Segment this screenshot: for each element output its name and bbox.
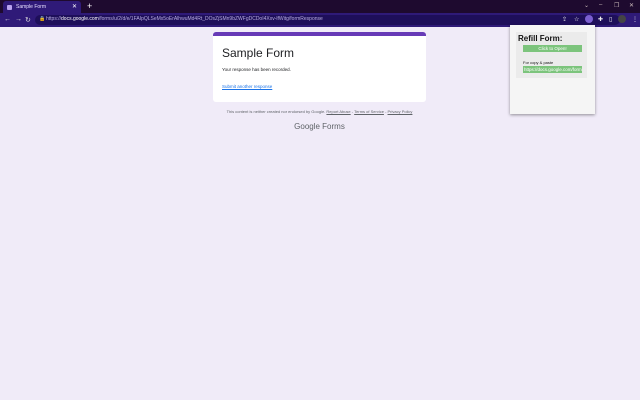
bookmark-star-icon[interactable]: ☆: [574, 16, 579, 23]
url-domain: docs.google.com: [61, 16, 99, 22]
back-icon[interactable]: ←: [4, 16, 11, 23]
terms-link[interactable]: Terms of Service: [354, 109, 384, 114]
url-path: /forms/u/2/d/e/1FAIpQLSeMx5oErAlhwuMd4Rt…: [98, 16, 323, 22]
new-tab-button[interactable]: +: [87, 1, 92, 11]
google-forms-logo[interactable]: Google Forms: [213, 122, 426, 131]
reload-icon[interactable]: ↻: [25, 16, 31, 24]
side-panel-icon[interactable]: ▯: [609, 16, 612, 23]
forward-icon[interactable]: →: [15, 16, 22, 23]
menu-kebab-icon[interactable]: ⋮: [632, 16, 638, 23]
tab-title: Sample Form: [16, 4, 47, 10]
refill-form-popup: Refill Form: Click to Open! For copy & p…: [510, 25, 595, 114]
footer-disclaimer: This content is neither created nor endo…: [213, 109, 426, 114]
popup-title: Refill Form:: [518, 34, 563, 43]
browser-tab[interactable]: Sample Form ✕: [3, 1, 81, 13]
privacy-link[interactable]: Privacy Policy: [388, 109, 413, 114]
minimize-icon[interactable]: –: [599, 2, 602, 8]
restore-icon[interactable]: ❐: [614, 2, 619, 9]
copy-url-field[interactable]: https://docs.google.com/forms/u/2/d/e/1F…: [523, 66, 582, 73]
forms-favicon-icon: [7, 4, 12, 10]
tab-strip: Sample Form ✕ + ⌄ – ❐ ✕: [0, 0, 640, 13]
confirmation-message: Your response has been recorded.: [222, 67, 291, 72]
tab-search-icon[interactable]: ⌄: [584, 2, 589, 9]
close-tab-icon[interactable]: ✕: [72, 3, 77, 10]
profile-avatar[interactable]: [618, 15, 626, 23]
form-confirmation-card: Sample Form Your response has been recor…: [213, 32, 426, 102]
close-window-icon[interactable]: ✕: [629, 2, 634, 9]
open-form-button[interactable]: Click to Open!: [523, 45, 582, 52]
form-title: Sample Form: [222, 46, 295, 60]
extensions-puzzle-icon[interactable]: ✚: [598, 16, 603, 23]
lock-icon: 🔒: [39, 16, 46, 22]
url-text[interactable]: https://docs.google.com/forms/u/2/d/e/1F…: [46, 16, 323, 22]
extension-active-icon[interactable]: [585, 15, 593, 23]
report-abuse-link[interactable]: Report Abuse: [326, 109, 350, 114]
share-icon[interactable]: ⇪: [562, 16, 567, 23]
submit-another-link[interactable]: Submit another response: [222, 84, 417, 89]
copy-label: For copy & paste: [523, 60, 554, 65]
brand-forms: Forms: [322, 122, 345, 131]
disclaimer-text: This content is neither created nor endo…: [226, 109, 326, 114]
url-prefix: https://: [46, 16, 62, 22]
brand-google: Google: [294, 122, 320, 131]
